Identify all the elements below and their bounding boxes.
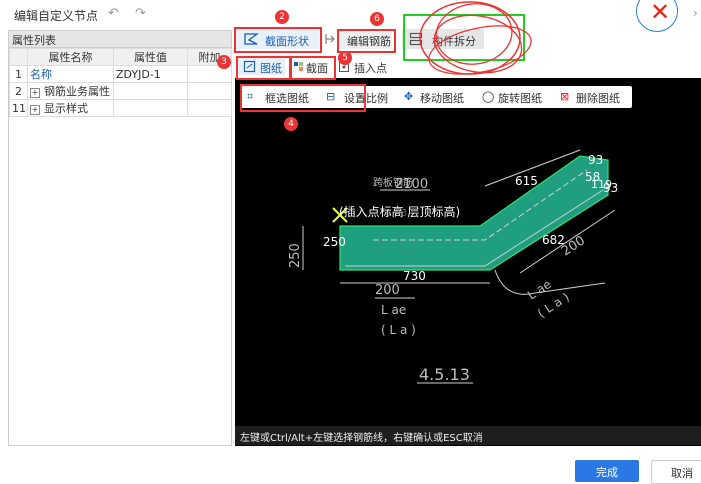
annotation-box [234,27,322,53]
property-name-cell[interactable]: + 钢筋业务属性 [27,82,114,100]
property-extra[interactable] [187,99,232,117]
column-header: 属性值 [113,48,188,66]
property-value[interactable] [113,99,188,117]
dim-250-inner: 250 [323,235,346,249]
badge: 4 [284,117,298,131]
close-icon[interactable]: ✕ [650,0,670,26]
table-row[interactable]: 1 名称 ZDYJD-1 [9,65,232,83]
delete-icon: ⊠ [560,90,570,103]
delete-button[interactable]: ⊠ 删除图纸 [558,86,632,108]
badge: 5 [338,51,352,65]
dim-250-left: 250 [288,243,303,268]
la-bottom: ( L a ) [381,323,416,337]
status-bar: 左键或Ctrl/Alt+左键选择钢筋线，右键确认或ESC取消 [235,426,701,445]
cancel-label: 取消 [671,467,693,480]
status-text: 左键或Ctrl/Alt+左键选择钢筋线，右键确认或ESC取消 [240,433,483,444]
property-value[interactable] [113,82,188,100]
property-value[interactable]: ZDYJD-1 [113,65,188,83]
window-title: 编辑自定义节点 [14,9,99,23]
redo-icon[interactable]: ↷ [135,6,146,21]
table-header-row: 属性名称 属性值 附加 [9,48,232,66]
chevron-right-icon: › [693,6,698,20]
property-panel-title: 属性列表 [12,34,56,47]
badge: 3 [217,55,231,69]
insert-point-elevation: 0.03 [385,208,407,219]
property-name-cell[interactable]: + 显示样式 [27,99,114,117]
annotation-box [290,56,336,80]
expand-icon[interactable]: + [30,105,40,115]
lae-bottom: L ae [381,303,406,317]
property-table: 属性名称 属性值 附加 1 名称 ZDYJD-1 2 + 钢筋业务属性 11 + 显… [9,48,232,117]
undo-icon[interactable]: ↶ [108,6,119,21]
dim-200-bottom: 200 [375,283,400,298]
expand-icon[interactable]: + [30,88,40,98]
drawing-reference: 4.5.13 [419,365,470,384]
property-extra[interactable] [187,82,232,100]
drawing-canvas[interactable]: 跨板钢筋 2100 (插入点标高 层顶标高) 0.03 615 93 58 11… [235,78,701,446]
dim-93b: 93 [603,181,618,195]
property-name: 显示样式 [44,102,88,115]
dim-93a: 93 [588,153,603,167]
annotation-box [236,56,291,80]
rebar-small-icon [325,34,335,44]
finish-label: 完成 [596,466,618,479]
badge: 6 [370,12,384,26]
dim-730: 730 [403,269,426,283]
cancel-button[interactable]: 取消 [651,460,701,484]
property-panel: 属性列表 属性名称 属性值 附加 1 名称 ZDYJD-1 2 + 钢筋业务属性 … [8,30,232,446]
dim-top-span: 2100 [395,177,428,192]
row-number: 1 [9,65,28,83]
row-number: 2 [9,82,28,100]
table-row[interactable]: 2 + 钢筋业务属性 [9,82,232,100]
badge: 2 [275,10,289,24]
section-drawing: 跨板钢筋 2100 (插入点标高 层顶标高) 0.03 615 93 58 11… [288,149,618,384]
annotation-box [337,29,396,53]
column-header: 属性名称 [27,48,114,66]
property-name: 钢筋业务属性 [44,85,110,98]
annotation-box [240,84,366,112]
subtab-label: 插入点 [354,62,387,75]
property-name[interactable]: 名称 [27,65,114,83]
scribble-annotation [419,1,532,75]
dim-615: 615 [515,174,538,188]
property-panel-header: 属性列表 [9,31,231,48]
toolbar-label: 删除图纸 [576,92,620,105]
row-number: 11 [9,99,28,117]
table-row[interactable]: 11 + 显示样式 [9,99,232,117]
finish-button[interactable]: 完成 [575,460,639,482]
row-number-header [9,48,28,66]
